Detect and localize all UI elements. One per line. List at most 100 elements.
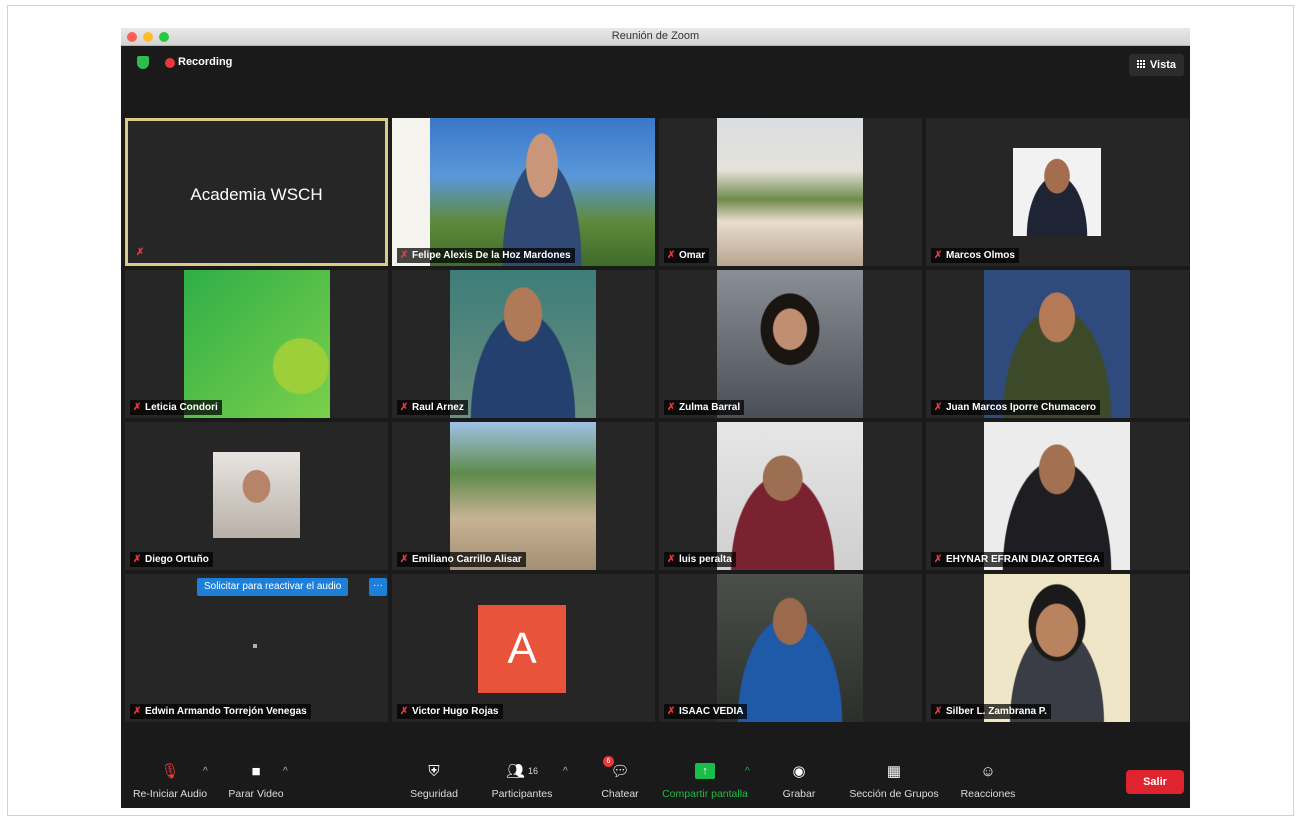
ask-to-unmute-button[interactable]: Solicitar para reactivar el audio [197, 578, 349, 596]
share-screen-icon: ↑ [655, 760, 755, 782]
participant-tile[interactable]: Academia WSCH ✗ [125, 118, 388, 266]
participant-tile[interactable]: ✗ Silber L. Zambrana P. [926, 574, 1189, 722]
participant-video [717, 422, 863, 570]
participant-photo [1013, 148, 1101, 236]
smiley-icon: ☺ [980, 762, 996, 780]
muted-mic-icon: ✗ [667, 250, 676, 261]
more-options-button[interactable]: ··· [369, 578, 387, 596]
audio-button[interactable]: 🎙︎ Re-Iniciar Audio [125, 760, 215, 800]
participants-button[interactable]: 👥︎ 16 Participantes [487, 760, 557, 800]
participant-tile[interactable]: ✗ Zulma Barral [659, 270, 922, 418]
participant-tile[interactable]: Solicitar para reactivar el audio ··· ✗ E… [125, 574, 388, 722]
participant-name-label: ✗ Marcos Olmos [931, 248, 1019, 263]
participant-display-name: Academia WSCH [190, 185, 323, 204]
participant-photo [450, 422, 596, 570]
participant-tile[interactable]: ✗ Felipe Alexis De la Hoz Mardones [392, 118, 655, 266]
participants-options-caret-icon[interactable]: ^ [563, 766, 568, 777]
title-bar: Reunión de Zoom [121, 28, 1190, 46]
muted-mic-icon: ✗ [934, 554, 943, 565]
security-button[interactable]: ⛨ Seguridad [399, 760, 469, 801]
participant-tile[interactable]: ✗ ISAAC VEDIA [659, 574, 922, 722]
muted-mic-icon: ✗ [400, 554, 409, 565]
chat-button[interactable]: 💬︎ 6 Chatear [585, 756, 655, 800]
muted-mic-icon: ✗ [133, 706, 142, 717]
record-label: Grabar [782, 788, 816, 800]
participant-tile[interactable]: ✗ Leticia Condori [125, 270, 388, 418]
participant-photo [984, 270, 1130, 418]
audio-label: Re-Iniciar Audio [132, 788, 208, 800]
share-options-caret-icon[interactable]: ^ [745, 766, 750, 777]
avatar: A [478, 605, 566, 693]
participant-tile[interactable]: ✗ Diego Ortuño [125, 422, 388, 570]
view-label: Vista [1149, 59, 1176, 71]
participant-name-label: ✗ Raul Arnez [397, 400, 468, 415]
record-icon: ◉ [792, 763, 806, 780]
share-label: Compartir pantalla [662, 788, 748, 800]
participant-name-label: ✗ [133, 245, 152, 260]
participant-name-label: ✗ Juan Marcos Iporre Chumacero [931, 400, 1101, 415]
camera-icon: ■ [251, 762, 261, 780]
security-label: Seguridad [410, 788, 458, 800]
encryption-shield-icon[interactable] [137, 56, 149, 69]
participant-name-label: ✗ Edwin Armando Torrejón Venegas [130, 704, 311, 719]
participant-image [184, 270, 330, 418]
breakout-rooms-button[interactable]: ▦ Sección de Grupos [839, 760, 949, 800]
person-figure [492, 132, 592, 266]
participant-name-label: ✗ luis peralta [664, 552, 736, 567]
video-label: Parar Video [228, 788, 284, 800]
participants-icon: 👥︎ 16 [505, 763, 539, 780]
placeholder-dot [253, 644, 257, 648]
participant-name-label: ✗ Silber L. Zambrana P. [931, 704, 1051, 719]
meeting-toolbar: 🎙︎ Re-Iniciar Audio ^ ■ Parar Video ^ ⛨ … [121, 754, 1190, 808]
zoom-window: Reunión de Zoom Recording Vista Academia… [121, 28, 1190, 808]
participant-name-label: ✗ Victor Hugo Rojas [397, 704, 503, 719]
recording-dot-icon [165, 58, 175, 68]
participant-name-label: ✗ Omar [664, 248, 710, 263]
participant-photo [984, 422, 1130, 570]
reactions-button[interactable]: ☺ Reacciones [953, 760, 1023, 801]
participants-count: 16 [528, 766, 539, 776]
muted-mic-icon: ✗ [667, 706, 676, 717]
muted-mic-icon: ✗ [133, 554, 142, 565]
participant-tile[interactable]: ✗ Omar [659, 118, 922, 266]
video-button[interactable]: ■ Parar Video [221, 760, 291, 801]
leave-button[interactable]: Salir [1126, 770, 1184, 794]
view-button[interactable]: Vista [1128, 54, 1184, 76]
participant-tile[interactable]: ✗ luis peralta [659, 422, 922, 570]
participant-photo [213, 452, 300, 538]
participant-tile[interactable]: ✗ Raul Arnez [392, 270, 655, 418]
participant-tile[interactable]: ✗ EHYNAR EFRAIN DIAZ ORTEGA [926, 422, 1189, 570]
muted-mic-icon: 🎙︎ [160, 763, 180, 780]
breakout-rooms-icon: ▦ [886, 763, 902, 780]
participant-tile[interactable]: ✗ Emiliano Carrillo Alisar [392, 422, 655, 570]
participant-video [450, 270, 596, 418]
chat-icon: 💬︎ 6 [585, 756, 655, 782]
logo-banner [392, 118, 430, 266]
reactions-label: Reacciones [960, 788, 1016, 800]
breakout-label: Sección de Grupos [849, 788, 939, 800]
participant-name-label: ✗ Emiliano Carrillo Alisar [397, 552, 526, 567]
participant-name-label: ✗ Diego Ortuño [130, 552, 213, 567]
participant-tile[interactable]: ✗ Juan Marcos Iporre Chumacero [926, 270, 1189, 418]
muted-mic-icon: ✗ [133, 402, 142, 413]
muted-mic-icon: ✗ [136, 247, 145, 258]
record-button[interactable]: ◉ Grabar [764, 760, 834, 800]
participant-name-label: ✗ Leticia Condori [130, 400, 222, 415]
participant-tile[interactable]: A ✗ Victor Hugo Rojas [392, 574, 655, 722]
chat-badge: 6 [603, 756, 614, 767]
muted-mic-icon: ✗ [934, 402, 943, 413]
participant-name-label: ✗ ISAAC VEDIA [664, 704, 748, 719]
participant-video [717, 118, 863, 266]
meeting-top-bar: Recording Vista [121, 46, 1190, 82]
participant-tile[interactable]: ✗ Marcos Olmos [926, 118, 1189, 266]
share-screen-button[interactable]: ↑ Compartir pantalla [655, 760, 755, 800]
video-options-caret-icon[interactable]: ^ [283, 766, 288, 777]
muted-mic-icon: ✗ [400, 402, 409, 413]
participant-name-label: ✗ EHYNAR EFRAIN DIAZ ORTEGA [931, 552, 1104, 567]
muted-mic-icon: ✗ [934, 706, 943, 717]
muted-mic-icon: ✗ [400, 706, 409, 717]
participants-label: Participantes [491, 788, 553, 800]
recording-label: Recording [178, 56, 233, 68]
muted-mic-icon: ✗ [667, 402, 676, 413]
audio-options-caret-icon[interactable]: ^ [203, 766, 208, 777]
